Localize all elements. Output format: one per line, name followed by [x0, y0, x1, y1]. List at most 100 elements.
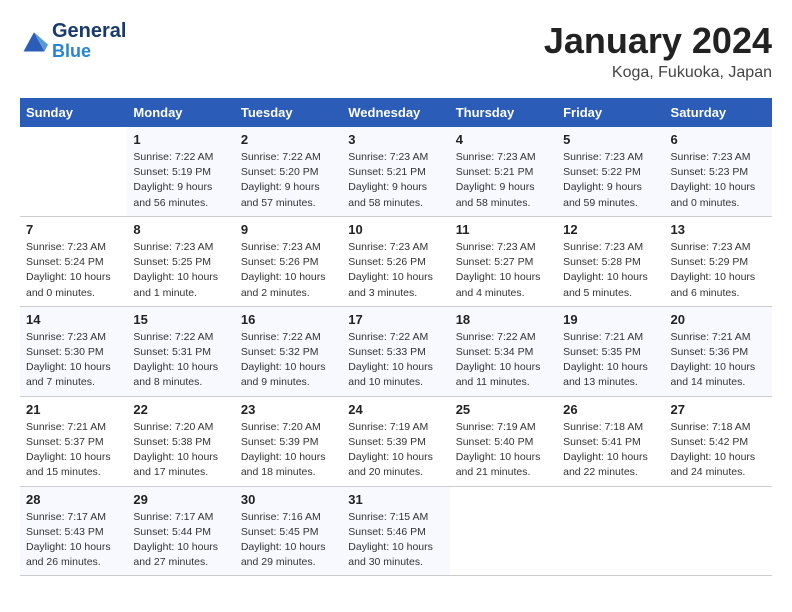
calendar-cell: 31Sunrise: 7:15 AM Sunset: 5:46 PM Dayli… — [342, 486, 449, 576]
weekday-header-friday: Friday — [557, 98, 664, 127]
day-info: Sunrise: 7:19 AM Sunset: 5:39 PM Dayligh… — [348, 420, 443, 481]
calendar-cell — [665, 486, 772, 576]
day-info: Sunrise: 7:23 AM Sunset: 5:26 PM Dayligh… — [241, 240, 336, 301]
logo-general: General — [52, 20, 126, 42]
location: Koga, Fukuoka, Japan — [544, 64, 772, 82]
day-info: Sunrise: 7:23 AM Sunset: 5:22 PM Dayligh… — [563, 150, 658, 211]
calendar-cell: 29 Sunrise: 7:17 AM Sunset: 5:44 PM Dayli… — [127, 486, 234, 576]
logo-text: General Blue — [52, 20, 126, 62]
day-number: 8 — [133, 222, 228, 237]
calendar-cell: 6 Sunrise: 7:23 AM Sunset: 5:23 PM Daylig… — [665, 127, 772, 216]
calendar-cell: 4Sunrise: 7:23 AM Sunset: 5:21 PM Daylig… — [450, 127, 557, 216]
day-info: Sunrise: 7:23 AM Sunset: 5:26 PM Dayligh… — [348, 240, 443, 301]
day-number: 21 — [26, 402, 121, 417]
logo-icon — [20, 27, 48, 55]
calendar-cell: 26 Sunrise: 7:18 AM Sunset: 5:41 PM Dayli… — [557, 396, 664, 486]
calendar-cell: 15Sunrise: 7:22 AM Sunset: 5:31 PM Dayli… — [127, 306, 234, 396]
day-info: Sunrise: 7:20 AM Sunset: 5:39 PM Dayligh… — [241, 420, 336, 481]
title-block: January 2024 Koga, Fukuoka, Japan — [544, 20, 772, 82]
week-row-4: 21Sunrise: 7:21 AM Sunset: 5:37 PM Dayli… — [20, 396, 772, 486]
calendar-cell: 14 Sunrise: 7:23 AM Sunset: 5:30 PM Dayli… — [20, 306, 127, 396]
day-info: Sunrise: 7:23 AM Sunset: 5:21 PM Dayligh… — [348, 150, 443, 211]
day-info: Sunrise: 7:23 AM Sunset: 5:21 PM Dayligh… — [456, 150, 551, 211]
day-info: Sunrise: 7:21 AM Sunset: 5:36 PM Dayligh… — [671, 330, 766, 391]
day-info: Sunrise: 7:23 AM Sunset: 5:23 PM Dayligh… — [671, 150, 766, 211]
day-number: 3 — [348, 132, 443, 147]
day-number: 28 — [26, 492, 121, 507]
day-info: Sunrise: 7:22 AM Sunset: 5:32 PM Dayligh… — [241, 330, 336, 391]
day-info: Sunrise: 7:20 AM Sunset: 5:38 PM Dayligh… — [133, 420, 228, 481]
day-number: 6 — [671, 132, 766, 147]
calendar-cell: 7Sunrise: 7:23 AM Sunset: 5:24 PM Daylig… — [20, 216, 127, 306]
day-number: 2 — [241, 132, 336, 147]
calendar-cell: 8 Sunrise: 7:23 AM Sunset: 5:25 PM Daylig… — [127, 216, 234, 306]
calendar-cell: 24 Sunrise: 7:19 AM Sunset: 5:39 PM Dayli… — [342, 396, 449, 486]
week-row-2: 7Sunrise: 7:23 AM Sunset: 5:24 PM Daylig… — [20, 216, 772, 306]
weekday-header-saturday: Saturday — [665, 98, 772, 127]
calendar-cell: 20 Sunrise: 7:21 AM Sunset: 5:36 PM Dayli… — [665, 306, 772, 396]
page-header: General Blue January 2024 Koga, Fukuoka,… — [20, 20, 772, 82]
week-row-1: 1Sunrise: 7:22 AM Sunset: 5:19 PM Daylig… — [20, 127, 772, 216]
day-info: Sunrise: 7:22 AM Sunset: 5:20 PM Dayligh… — [241, 150, 336, 211]
day-number: 29 — [133, 492, 228, 507]
month-title: January 2024 — [544, 20, 772, 62]
week-row-5: 28Sunrise: 7:17 AM Sunset: 5:43 PM Dayli… — [20, 486, 772, 576]
calendar-cell: 10Sunrise: 7:23 AM Sunset: 5:26 PM Dayli… — [342, 216, 449, 306]
calendar-cell: 27 Sunrise: 7:18 AM Sunset: 5:42 PM Dayli… — [665, 396, 772, 486]
weekday-header-monday: Monday — [127, 98, 234, 127]
calendar-cell: 28Sunrise: 7:17 AM Sunset: 5:43 PM Dayli… — [20, 486, 127, 576]
day-number: 27 — [671, 402, 766, 417]
calendar-cell: 19Sunrise: 7:21 AM Sunset: 5:35 PM Dayli… — [557, 306, 664, 396]
day-number: 19 — [563, 312, 658, 327]
day-info: Sunrise: 7:23 AM Sunset: 5:27 PM Dayligh… — [456, 240, 551, 301]
week-row-3: 14 Sunrise: 7:23 AM Sunset: 5:30 PM Dayli… — [20, 306, 772, 396]
day-number: 5 — [563, 132, 658, 147]
calendar-cell: 25 Sunrise: 7:19 AM Sunset: 5:40 PM Dayli… — [450, 396, 557, 486]
calendar-cell — [450, 486, 557, 576]
day-info: Sunrise: 7:15 AM Sunset: 5:46 PM Dayligh… — [348, 510, 443, 571]
calendar-cell: 16 Sunrise: 7:22 AM Sunset: 5:32 PM Dayli… — [235, 306, 342, 396]
calendar-cell: 23 Sunrise: 7:20 AM Sunset: 5:39 PM Dayli… — [235, 396, 342, 486]
day-info: Sunrise: 7:16 AM Sunset: 5:45 PM Dayligh… — [241, 510, 336, 571]
calendar-cell — [20, 127, 127, 216]
calendar-cell — [557, 486, 664, 576]
day-info: Sunrise: 7:17 AM Sunset: 5:44 PM Dayligh… — [133, 510, 228, 571]
day-number: 18 — [456, 312, 551, 327]
day-number: 20 — [671, 312, 766, 327]
day-number: 24 — [348, 402, 443, 417]
calendar-cell: 3 Sunrise: 7:23 AM Sunset: 5:21 PM Daylig… — [342, 127, 449, 216]
day-info: Sunrise: 7:22 AM Sunset: 5:34 PM Dayligh… — [456, 330, 551, 391]
calendar-cell: 13Sunrise: 7:23 AM Sunset: 5:29 PM Dayli… — [665, 216, 772, 306]
day-number: 9 — [241, 222, 336, 237]
day-number: 14 — [26, 312, 121, 327]
calendar-cell: 1Sunrise: 7:22 AM Sunset: 5:19 PM Daylig… — [127, 127, 234, 216]
day-info: Sunrise: 7:22 AM Sunset: 5:33 PM Dayligh… — [348, 330, 443, 391]
day-info: Sunrise: 7:23 AM Sunset: 5:28 PM Dayligh… — [563, 240, 658, 301]
calendar-cell: 17Sunrise: 7:22 AM Sunset: 5:33 PM Dayli… — [342, 306, 449, 396]
logo: General Blue — [20, 20, 126, 62]
calendar-cell: 18 Sunrise: 7:22 AM Sunset: 5:34 PM Dayli… — [450, 306, 557, 396]
weekday-header-thursday: Thursday — [450, 98, 557, 127]
calendar-table: SundayMondayTuesdayWednesdayThursdayFrid… — [20, 98, 772, 576]
calendar-cell: 22Sunrise: 7:20 AM Sunset: 5:38 PM Dayli… — [127, 396, 234, 486]
day-info: Sunrise: 7:18 AM Sunset: 5:42 PM Dayligh… — [671, 420, 766, 481]
day-info: Sunrise: 7:18 AM Sunset: 5:41 PM Dayligh… — [563, 420, 658, 481]
day-number: 23 — [241, 402, 336, 417]
day-number: 12 — [563, 222, 658, 237]
day-info: Sunrise: 7:23 AM Sunset: 5:24 PM Dayligh… — [26, 240, 121, 301]
day-number: 16 — [241, 312, 336, 327]
calendar-cell: 9 Sunrise: 7:23 AM Sunset: 5:26 PM Daylig… — [235, 216, 342, 306]
logo-blue: Blue — [52, 42, 126, 62]
day-info: Sunrise: 7:19 AM Sunset: 5:40 PM Dayligh… — [456, 420, 551, 481]
day-info: Sunrise: 7:23 AM Sunset: 5:30 PM Dayligh… — [26, 330, 121, 391]
day-info: Sunrise: 7:22 AM Sunset: 5:19 PM Dayligh… — [133, 150, 228, 211]
calendar-cell: 5 Sunrise: 7:23 AM Sunset: 5:22 PM Daylig… — [557, 127, 664, 216]
calendar-cell: 2 Sunrise: 7:22 AM Sunset: 5:20 PM Daylig… — [235, 127, 342, 216]
day-number: 30 — [241, 492, 336, 507]
day-number: 26 — [563, 402, 658, 417]
day-info: Sunrise: 7:23 AM Sunset: 5:25 PM Dayligh… — [133, 240, 228, 301]
day-info: Sunrise: 7:23 AM Sunset: 5:29 PM Dayligh… — [671, 240, 766, 301]
day-number: 11 — [456, 222, 551, 237]
day-number: 25 — [456, 402, 551, 417]
weekday-header-tuesday: Tuesday — [235, 98, 342, 127]
